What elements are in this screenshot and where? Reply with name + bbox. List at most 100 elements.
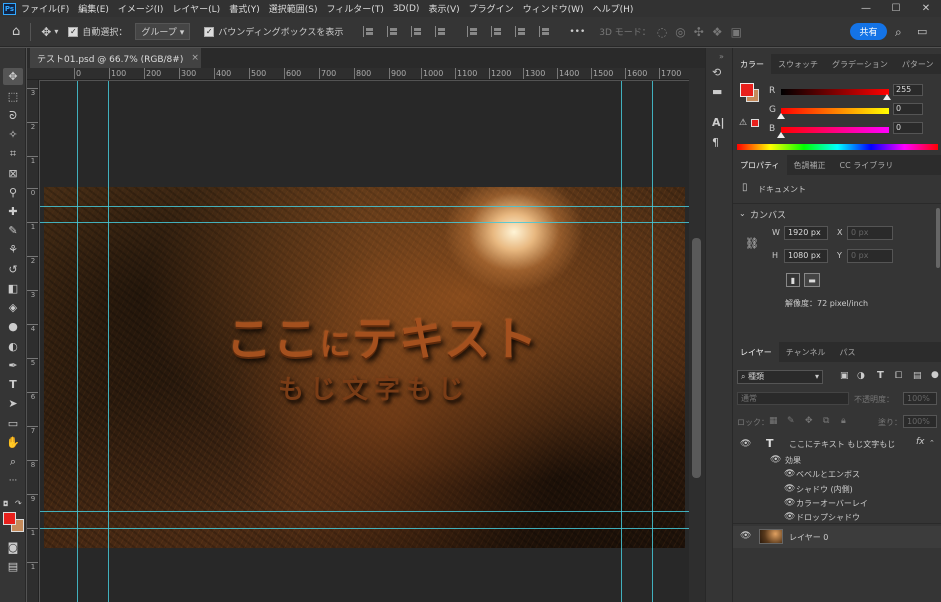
auto-select-dropdown[interactable]: グループ ▾ [135, 23, 191, 40]
menu-plugins[interactable]: プラグイン [469, 2, 514, 15]
height-field[interactable]: 1080 px [784, 249, 828, 263]
lock-transparent-icon[interactable]: ▦ [769, 416, 778, 426]
eraser-tool-icon[interactable]: ◧ [3, 280, 23, 297]
layer-row-text[interactable]: 👁︎ T ここにテキスト もじ文字もじ fx ⌃ 👁︎ 効果 👁︎ ベベルとエン… [733, 434, 941, 523]
channel-g-slider[interactable] [781, 108, 889, 114]
visibility-eye-icon[interactable]: 👁︎ [740, 439, 751, 449]
scrollbar-thumb[interactable] [692, 238, 701, 478]
link-icon[interactable]: ⛓ [745, 237, 759, 250]
tab-gradient[interactable]: グラデーション [825, 54, 895, 74]
minimize-button[interactable]: — [851, 0, 881, 17]
swap-colors-icon[interactable]: ↷ [15, 499, 22, 508]
tab-swatches[interactable]: スウォッチ [771, 54, 825, 74]
bbox-checkbox[interactable]: ✓ [204, 26, 215, 37]
layer-name[interactable]: ここにテキスト もじ文字もじ [789, 439, 895, 450]
visibility-eye-icon[interactable]: 👁︎ [784, 498, 795, 508]
tab-channels[interactable]: チャンネル [779, 342, 833, 362]
filter-adjustment-icon[interactable]: ◑ [857, 371, 865, 381]
eyedropper-icon[interactable]: ⚲ [3, 184, 23, 201]
frame-tool-icon[interactable]: ⊠ [3, 165, 23, 182]
menu-layer[interactable]: レイヤー(L) [172, 2, 220, 15]
align-right-icon[interactable] [411, 26, 424, 37]
visibility-eye-icon[interactable]: 👁︎ [770, 455, 781, 465]
lock-position-icon[interactable]: ✥ [805, 416, 813, 426]
screen-mode-icon[interactable]: ▤ [3, 558, 23, 575]
filter-type-icon[interactable]: T [877, 370, 884, 381]
character-panel-icon[interactable]: A| [712, 116, 725, 129]
auto-select-checkbox[interactable]: ✓ [68, 26, 79, 37]
marquee-tool-icon[interactable]: ⬚ [3, 88, 23, 105]
effect-item[interactable]: ベベルとエンボス [796, 469, 860, 480]
paragraph-panel-icon[interactable]: ¶ [712, 136, 719, 149]
color-foreground-swatch[interactable] [740, 83, 754, 97]
path-select-icon[interactable]: ➤ [3, 395, 23, 412]
distribute-2-icon[interactable] [491, 26, 504, 37]
landscape-icon[interactable]: ▬ [804, 273, 820, 287]
type-tool-icon[interactable]: T [3, 376, 23, 393]
move-tool-icon[interactable]: ✥ [41, 25, 51, 39]
visibility-eye-icon[interactable]: 👁︎ [740, 531, 751, 541]
guide-vertical[interactable] [77, 81, 78, 602]
paint-bucket-icon[interactable]: ◈ [3, 299, 23, 316]
effect-item[interactable]: カラーオーバーレイ [796, 498, 868, 509]
tab-pattern[interactable]: パターン [895, 54, 941, 74]
3d-camera-icon[interactable]: ▣ [731, 25, 742, 39]
brush-tool-icon[interactable]: ✎ [3, 222, 23, 239]
tab-adjustments[interactable]: 色調補正 [787, 155, 833, 175]
magic-wand-icon[interactable]: ✧ [3, 126, 23, 143]
effect-item[interactable]: シャドウ (内側) [796, 484, 853, 495]
gamut-swatch[interactable] [751, 119, 759, 127]
layer-filter-dropdown[interactable]: ⌕ 種類 ▾ [737, 370, 823, 384]
menu-view[interactable]: 表示(V) [428, 2, 459, 15]
close-tab-icon[interactable]: × [191, 53, 199, 63]
properties-scrollbar[interactable] [936, 208, 940, 268]
guide-vertical[interactable] [621, 81, 622, 602]
tab-color[interactable]: カラー [733, 54, 771, 74]
y-field[interactable]: 0 px [847, 249, 893, 263]
menu-3d[interactable]: 3D(D) [393, 4, 420, 14]
more-tools-icon[interactable]: ··· [3, 472, 23, 489]
move-tool-icon[interactable]: ✥ [3, 68, 23, 85]
channel-b-thumb[interactable] [777, 132, 785, 138]
gamut-warning-icon[interactable]: ⚠ [739, 118, 747, 128]
foreground-color-swatch[interactable] [3, 512, 16, 525]
document-tab[interactable]: テスト01.psd @ 66.7% (RGB/8#) × [30, 48, 201, 68]
channel-g-value[interactable]: 0 [893, 103, 923, 115]
filter-toggle-icon[interactable]: ● [931, 370, 939, 380]
align-top-icon[interactable] [435, 26, 448, 37]
stamp-tool-icon[interactable]: ⚘ [3, 241, 23, 258]
channel-r-thumb[interactable] [883, 94, 891, 100]
expand-panels-icon[interactable]: » [719, 52, 724, 61]
canvas-text-main[interactable]: ここにテキスト [172, 303, 592, 369]
hand-tool-icon[interactable]: ✋ [3, 434, 23, 451]
guide-horizontal[interactable] [40, 511, 689, 512]
search-icon[interactable]: ⌕ [895, 25, 902, 40]
guide-vertical[interactable] [652, 81, 653, 602]
rectangle-tool-icon[interactable]: ▭ [3, 415, 23, 432]
layer-row-background[interactable]: 👁︎ レイヤー 0 [733, 526, 941, 548]
canvas-area[interactable]: ここにテキスト もじ文字もじ [40, 81, 689, 602]
3d-slide-icon[interactable]: ❖ [712, 25, 723, 39]
guide-horizontal[interactable] [40, 206, 689, 207]
channel-r-value[interactable]: 255 [893, 84, 923, 96]
lock-artboard-icon[interactable]: ⧉ [823, 416, 829, 426]
lasso-tool-icon[interactable]: ᘐ [3, 107, 23, 124]
visibility-eye-icon[interactable]: 👁︎ [784, 469, 795, 479]
guide-vertical[interactable] [108, 81, 109, 602]
effect-item[interactable]: ドロップシャドウ [796, 512, 860, 523]
menu-help[interactable]: ヘルプ(H) [593, 2, 634, 15]
maximize-button[interactable]: ☐ [881, 0, 911, 17]
width-field[interactable]: 1920 px [784, 226, 828, 240]
channel-b-slider[interactable] [781, 127, 889, 133]
history-brush-icon[interactable]: ↺ [3, 261, 23, 278]
x-field[interactable]: 0 px [847, 226, 893, 240]
lock-pixels-icon[interactable]: ✎ [787, 416, 795, 426]
share-button[interactable]: 共有 [850, 23, 887, 40]
align-left-icon[interactable] [363, 26, 376, 37]
history-panel-icon[interactable]: ⟲ [712, 66, 721, 79]
tab-cc-libraries[interactable]: CC ライブラリ [833, 155, 901, 175]
crop-tool-icon[interactable]: ⌗ [3, 145, 23, 162]
zoom-tool-icon[interactable]: ⌕ [3, 453, 23, 470]
menu-type[interactable]: 書式(Y) [229, 2, 260, 15]
canvas-text-sub[interactable]: もじ文字もじ [194, 369, 554, 406]
